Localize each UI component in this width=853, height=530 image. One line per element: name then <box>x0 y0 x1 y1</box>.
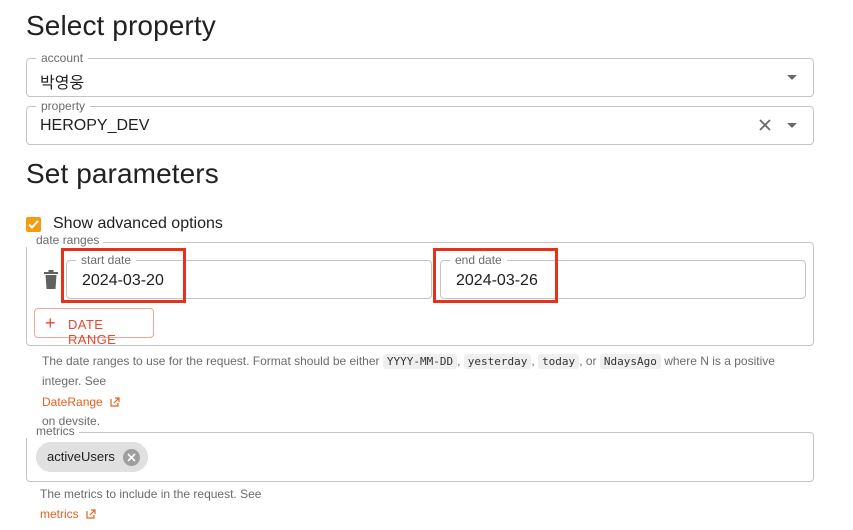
format-code: today <box>538 354 580 369</box>
account-select[interactable]: account 박영웅 <box>26 51 814 97</box>
start-date-highlight <box>61 248 186 303</box>
advanced-options-checkbox[interactable] <box>26 217 41 232</box>
metric-chip[interactable]: activeUsers <box>36 442 148 472</box>
external-link-icon <box>110 397 120 407</box>
daterange-link-text[interactable]: DateRange <box>42 395 103 409</box>
metrics-help: The metrics to include in the request. S… <box>40 487 262 501</box>
trash-icon[interactable] <box>43 270 59 290</box>
end-date-highlight <box>433 248 558 303</box>
add-date-range-label: DATE RANGE <box>68 317 117 347</box>
dropdown-arrow-icon[interactable] <box>787 75 797 80</box>
property-label: property <box>36 99 91 113</box>
external-link-icon <box>86 509 96 519</box>
format-code: NdaysAgo <box>599 354 661 369</box>
add-date-range-button[interactable]: + DATE RANGE <box>34 308 154 347</box>
date-ranges-help: The date ranges to use for the request. … <box>42 354 775 369</box>
clear-icon[interactable] <box>757 117 773 133</box>
dropdown-arrow-icon[interactable] <box>787 123 797 128</box>
metric-chip-label: activeUsers <box>47 449 115 464</box>
set-parameters-heading: Set parameters <box>26 158 219 189</box>
advanced-options-label[interactable]: Show advanced options <box>53 215 223 233</box>
help-text: where N is a positive <box>664 354 775 368</box>
property-select[interactable]: property HEROPY_DEV <box>26 99 814 145</box>
property-value: HEROPY_DEV <box>40 117 150 134</box>
format-code: yesterday <box>463 354 532 369</box>
daterange-link[interactable]: DateRange <box>42 395 120 409</box>
help-text: , or <box>579 354 597 368</box>
date-ranges-help-line2: integer. See <box>42 374 107 388</box>
account-label: account <box>36 51 89 65</box>
select-property-heading: Select property <box>26 10 216 41</box>
format-code: YYYY-MM-DD <box>382 354 458 369</box>
date-ranges-legend: date ranges <box>26 234 104 247</box>
metrics-link-text[interactable]: metrics <box>40 507 79 521</box>
metrics-link[interactable]: metrics <box>40 507 96 521</box>
remove-chip-icon[interactable] <box>123 449 140 466</box>
plus-icon: + <box>45 313 56 333</box>
metrics-legend: metrics <box>26 425 79 438</box>
account-value: 박영웅 <box>40 75 85 92</box>
help-text: The date ranges to use for the request. … <box>42 354 380 368</box>
